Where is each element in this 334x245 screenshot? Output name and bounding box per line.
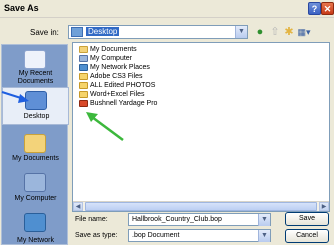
place-label: My Network [17, 237, 54, 244]
scroll-left-icon[interactable]: ◀ [73, 202, 83, 211]
save-as-type-label: Save as type: [75, 232, 118, 239]
file-name-label: File name: [75, 216, 108, 223]
close-button[interactable]: ✕ [321, 2, 334, 15]
app-icon [79, 100, 88, 107]
folder-icon [79, 91, 88, 98]
list-item[interactable]: My Network Places [79, 63, 150, 72]
help-button[interactable]: ? [308, 2, 321, 15]
horizontal-scrollbar[interactable]: ◀ ▶ [73, 201, 329, 211]
place-label: My Documents [12, 155, 59, 162]
views-menu-icon[interactable]: ▦▾ [297, 25, 311, 39]
folder-icon [79, 73, 88, 80]
desktop-icon [25, 91, 47, 110]
list-item[interactable]: My Computer [79, 54, 132, 63]
chevron-down-icon[interactable]: ▼ [258, 214, 270, 226]
list-item[interactable]: Adobe CS3 Files [79, 72, 143, 81]
list-item[interactable]: Word+Excel Files [79, 90, 145, 99]
place-label: My Computer [14, 195, 57, 202]
list-item[interactable]: Bushnell Yardage Pro [79, 99, 157, 108]
list-item[interactable]: My Documents [79, 45, 137, 54]
file-name-field[interactable]: Hallbrook_Country_Club.bop ▼ [128, 213, 271, 226]
chevron-down-icon[interactable]: ▼ [258, 230, 270, 242]
file-list[interactable]: My Documents My Computer My Network Plac… [72, 42, 330, 212]
save-as-dialog: Save As ? ✕ Save in: Desktop ▼ ● ⇧ ✱ ▦▾ … [0, 0, 334, 245]
place-desktop[interactable]: Desktop [2, 87, 69, 125]
network-places-icon [79, 64, 88, 71]
new-folder-icon[interactable]: ✱ [282, 25, 296, 39]
up-folder-icon[interactable]: ⇧ [268, 25, 282, 39]
save-in-value: Desktop [86, 27, 120, 36]
desktop-small-icon [71, 27, 83, 37]
save-in-label: Save in: [30, 28, 59, 37]
cancel-button[interactable]: Cancel [285, 229, 329, 243]
place-my-documents[interactable]: My Documents [2, 131, 69, 169]
window-title: Save As [4, 3, 39, 13]
place-label: My Recent Documents [17, 70, 54, 85]
place-my-computer[interactable]: My Computer [2, 170, 69, 208]
recent-documents-icon [24, 50, 46, 69]
back-icon[interactable]: ● [253, 25, 267, 39]
scrollbar-thumb[interactable] [85, 202, 317, 211]
my-computer-icon [24, 173, 46, 192]
folder-docs-icon [79, 46, 88, 53]
title-bar: Save As ? ✕ [0, 0, 334, 18]
scroll-right-icon[interactable]: ▶ [319, 202, 329, 211]
my-documents-icon [24, 134, 46, 153]
places-bar: My Recent Documents Desktop My Documents… [1, 44, 69, 245]
save-as-type-dropdown[interactable]: .bop Document ▼ [128, 229, 271, 242]
save-button[interactable]: Save [285, 212, 329, 226]
save-as-type-value: .bop Document [132, 232, 180, 239]
file-name-value: Hallbrook_Country_Club.bop [132, 216, 222, 223]
list-item[interactable]: ALL Edited PHOTOS [79, 81, 155, 90]
place-my-network[interactable]: My Network [2, 210, 69, 245]
computer-icon [79, 55, 88, 62]
chevron-down-icon[interactable]: ▼ [235, 26, 247, 38]
place-my-recent-documents[interactable]: My Recent Documents [2, 47, 69, 85]
folder-icon [79, 82, 88, 89]
place-label: Desktop [23, 113, 50, 120]
my-network-icon [24, 213, 46, 232]
save-in-dropdown[interactable]: Desktop ▼ [68, 25, 248, 39]
